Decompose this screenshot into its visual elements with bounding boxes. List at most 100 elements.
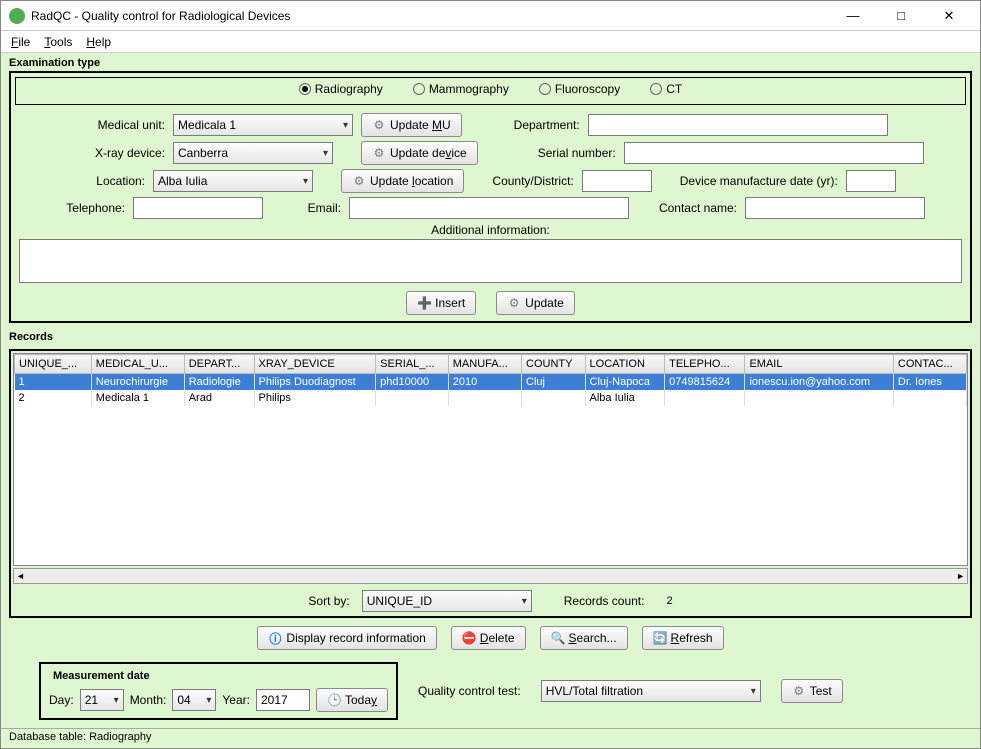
status-bar: Database table: Radiography	[1, 728, 980, 748]
gear-icon: ⚙	[372, 118, 386, 132]
mfgdate-input[interactable]	[846, 170, 896, 192]
horizontal-scrollbar[interactable]: ◄►	[13, 568, 968, 584]
display-record-button[interactable]: ⓘDisplay record information	[257, 626, 436, 650]
exam-radio-row: Radiography Mammography Fluoroscopy CT	[15, 77, 966, 105]
update-mu-button[interactable]: ⚙Update MU	[361, 113, 462, 137]
table-header[interactable]: MEDICAL_U...	[91, 355, 184, 374]
close-button[interactable]: ✕	[926, 6, 972, 26]
menu-file[interactable]: File	[11, 35, 30, 49]
telephone-label: Telephone:	[25, 201, 125, 215]
exam-type-box: Radiography Mammography Fluoroscopy CT M…	[9, 71, 972, 323]
table-header[interactable]: DEPART...	[184, 355, 254, 374]
info-icon: ⓘ	[268, 630, 282, 647]
xray-device-select[interactable]: Canberra	[173, 142, 333, 164]
titlebar: RadQC - Quality control for Radiological…	[1, 1, 980, 31]
table-header[interactable]: SERIAL_...	[376, 355, 449, 374]
search-icon: 🔍	[551, 631, 565, 645]
radio-icon	[539, 83, 551, 95]
table-header[interactable]: XRAY_DEVICE	[254, 355, 376, 374]
minimize-button[interactable]: —	[830, 6, 876, 26]
day-label: Day:	[49, 693, 74, 707]
location-select[interactable]: Alba Iulia	[153, 170, 313, 192]
today-button[interactable]: 🕒Today	[316, 688, 388, 712]
main-window: RadQC - Quality control for Radiological…	[0, 0, 981, 749]
records-count-value: 2	[666, 595, 672, 607]
window-title: RadQC - Quality control for Radiological…	[31, 9, 830, 23]
table-header[interactable]: LOCATION	[585, 355, 665, 374]
table-row[interactable]: 2Medicala 1AradPhilipsAlba Iulia	[15, 390, 967, 406]
records-count-label: Records count:	[564, 594, 645, 608]
sort-by-select[interactable]: UNIQUE_ID	[362, 590, 532, 612]
search-button[interactable]: 🔍Search...	[540, 626, 628, 650]
table-header[interactable]: CONTAC...	[893, 355, 966, 374]
month-label: Month:	[130, 693, 167, 707]
telephone-input[interactable]	[133, 197, 263, 219]
table-header[interactable]: COUNTY	[522, 355, 585, 374]
day-select[interactable]: 21	[80, 689, 124, 711]
radio-icon	[650, 83, 662, 95]
qc-test-label: Quality control test:	[418, 684, 521, 698]
radio-radiography[interactable]: Radiography	[299, 82, 383, 96]
plus-icon: ➕	[417, 296, 431, 310]
year-input[interactable]: 2017	[256, 689, 310, 711]
gear-icon: ⚙	[372, 146, 386, 160]
update-button[interactable]: ⚙Update	[496, 291, 575, 315]
contact-input[interactable]	[745, 197, 925, 219]
radio-icon	[299, 83, 311, 95]
gear-icon: ⚙	[507, 296, 521, 310]
additional-info-input[interactable]	[19, 239, 962, 283]
radio-fluoroscopy[interactable]: Fluoroscopy	[539, 82, 620, 96]
year-label: Year:	[222, 693, 250, 707]
email-input[interactable]	[349, 197, 629, 219]
menu-help[interactable]: Help	[86, 35, 111, 49]
measurement-date-box: Measurement date Day: 21 Month: 04 Year:…	[39, 662, 398, 720]
refresh-button[interactable]: 🔄Refresh	[642, 626, 724, 650]
medical-unit-label: Medical unit:	[25, 118, 165, 132]
scroll-left-icon[interactable]: ◄	[16, 571, 25, 581]
county-input[interactable]	[582, 170, 652, 192]
records-table: UNIQUE_...MEDICAL_U...DEPART...XRAY_DEVI…	[14, 354, 967, 406]
department-label: Department:	[490, 118, 580, 132]
table-header[interactable]: MANUFA...	[448, 355, 521, 374]
maximize-button[interactable]: □	[878, 6, 924, 26]
month-select[interactable]: 04	[172, 689, 216, 711]
additional-info-label: Additional information:	[431, 223, 550, 237]
delete-button[interactable]: ⛔Delete	[451, 626, 526, 650]
app-icon	[9, 8, 25, 24]
records-box: UNIQUE_...MEDICAL_U...DEPART...XRAY_DEVI…	[9, 349, 972, 618]
menubar: File Tools Help	[1, 31, 980, 53]
exam-type-label: Examination type	[9, 57, 972, 69]
clock-icon: 🕒	[327, 693, 341, 707]
radio-icon	[413, 83, 425, 95]
delete-icon: ⛔	[462, 631, 476, 645]
radio-ct[interactable]: CT	[650, 82, 682, 96]
location-label: Location:	[25, 174, 145, 188]
department-input[interactable]	[588, 114, 888, 136]
contact-label: Contact name:	[637, 201, 737, 215]
insert-button[interactable]: ➕Insert	[406, 291, 476, 315]
radio-mammography[interactable]: Mammography	[413, 82, 509, 96]
scroll-right-icon[interactable]: ►	[956, 571, 965, 581]
table-header[interactable]: TELEPHO...	[665, 355, 745, 374]
mfgdate-label: Device manufacture date (yr):	[680, 174, 838, 188]
records-table-wrap[interactable]: UNIQUE_...MEDICAL_U...DEPART...XRAY_DEVI…	[13, 353, 968, 566]
update-device-button[interactable]: ⚙Update device	[361, 141, 478, 165]
gear-icon: ⚙	[792, 684, 806, 698]
menu-tools[interactable]: Tools	[44, 35, 72, 49]
county-label: County/District:	[492, 174, 573, 188]
table-row[interactable]: 1NeurochirurgieRadiologiePhilips Duodiag…	[15, 374, 967, 391]
qc-test-select[interactable]: HVL/Total filtration	[541, 680, 761, 702]
serial-input[interactable]	[624, 142, 924, 164]
records-label: Records	[9, 331, 972, 343]
sort-by-label: Sort by:	[308, 594, 349, 608]
measurement-date-label: Measurement date	[49, 670, 154, 682]
table-header[interactable]: UNIQUE_...	[15, 355, 92, 374]
test-button[interactable]: ⚙Test	[781, 679, 843, 703]
table-header[interactable]: EMAIL	[745, 355, 893, 374]
serial-label: Serial number:	[506, 146, 616, 160]
medical-unit-select[interactable]: Medicala 1	[173, 114, 353, 136]
xray-device-label: X-ray device:	[25, 146, 165, 160]
gear-icon: ⚙	[352, 174, 366, 188]
update-location-button[interactable]: ⚙Update location	[341, 169, 464, 193]
refresh-icon: 🔄	[653, 631, 667, 645]
